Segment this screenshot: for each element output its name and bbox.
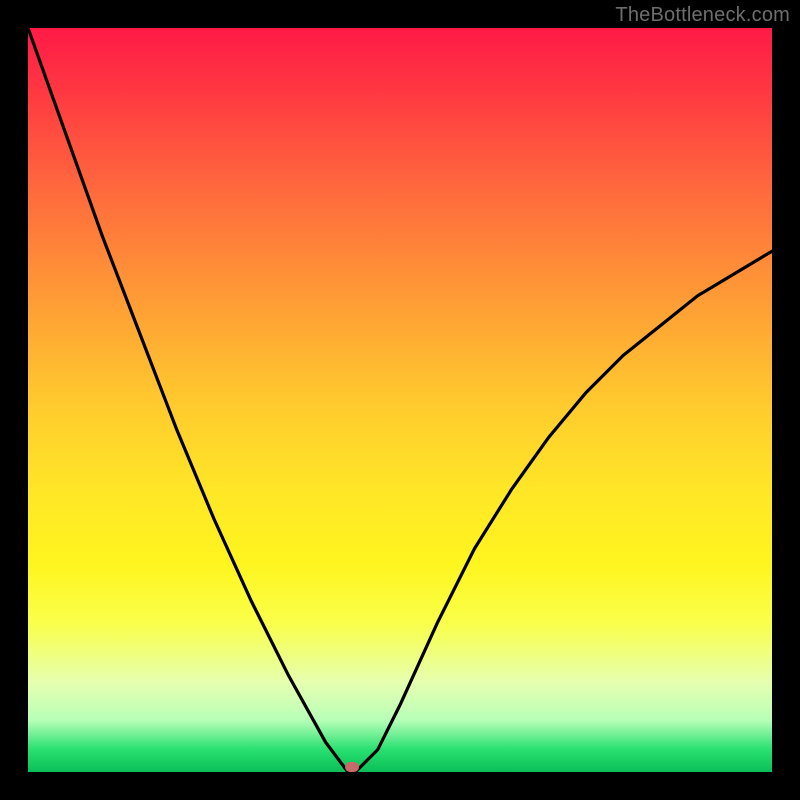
chart-frame: TheBottleneck.com — [0, 0, 800, 800]
chart-line — [28, 28, 772, 772]
chart-plot-area — [28, 28, 772, 772]
watermark-text: TheBottleneck.com — [615, 4, 790, 27]
min-point-marker — [345, 762, 359, 772]
